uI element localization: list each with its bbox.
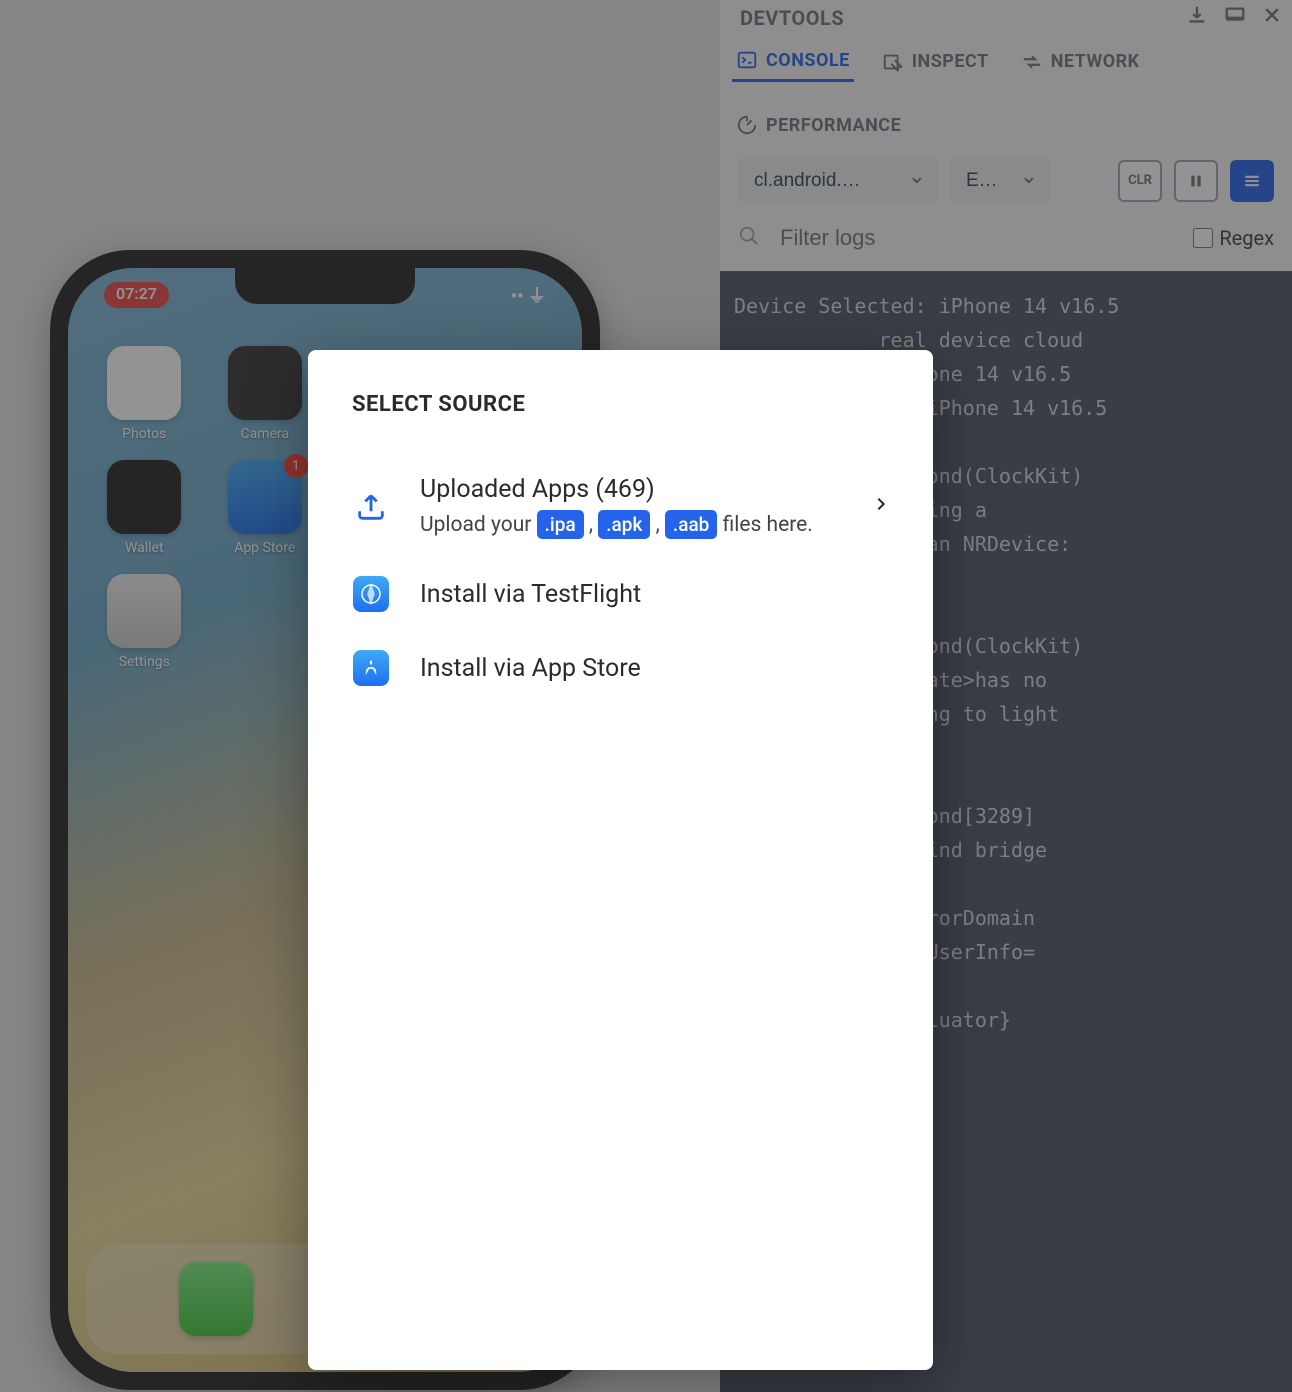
chevron-right-icon xyxy=(873,491,889,524)
source-testflight[interactable]: Install via TestFlight xyxy=(352,557,889,631)
testflight-icon xyxy=(352,575,390,613)
upload-icon xyxy=(352,488,390,526)
filetag-apk: .apk xyxy=(598,510,650,539)
select-source-modal: SELECT SOURCE Uploaded Apps (469) Upload… xyxy=(308,350,933,1370)
appstore-label: Install via App Store xyxy=(420,654,889,683)
appstore-modal-icon xyxy=(352,649,390,687)
modal-title: SELECT SOURCE xyxy=(352,392,889,417)
source-appstore[interactable]: Install via App Store xyxy=(352,631,889,705)
filetag-aab: .aab xyxy=(665,510,717,539)
source-uploaded-apps[interactable]: Uploaded Apps (469) Upload your .ipa , .… xyxy=(352,457,889,557)
filetag-ipa: .ipa xyxy=(537,510,584,539)
testflight-label: Install via TestFlight xyxy=(420,580,889,609)
uploaded-apps-label: Uploaded Apps (469) xyxy=(420,475,843,504)
uploaded-apps-subtext: Upload your .ipa , .apk , .aab files her… xyxy=(420,510,843,539)
